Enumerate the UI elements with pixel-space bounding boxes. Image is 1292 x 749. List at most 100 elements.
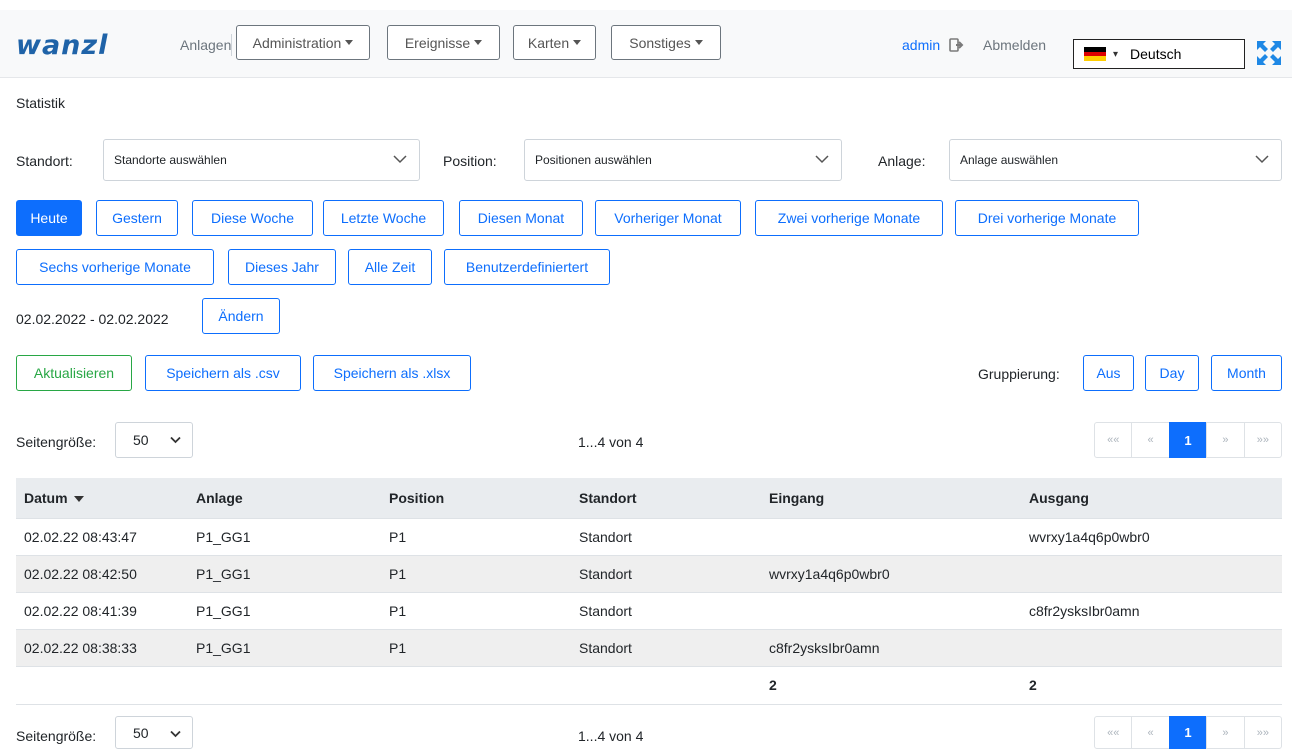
logout-icon[interactable] [949,37,966,53]
grouping-aus-button[interactable]: Aus [1083,355,1134,391]
next-page-button[interactable]: » [1206,716,1245,749]
caret-down-icon [474,40,483,45]
table-row: 02.02.22 08:41:39 P1_GG1 P1 Standort c8f… [16,592,1282,630]
grouping-day-button[interactable]: Day [1145,355,1199,391]
caret-down-icon [345,40,354,45]
position-select-value: Positionen auswählen [535,153,652,167]
current-page-button[interactable]: 1 [1168,422,1208,458]
grouping-month-button[interactable]: Month [1211,355,1282,391]
table-row: 02.02.22 08:43:47 P1_GG1 P1 Standort wvr… [16,518,1282,556]
cell-ausgang: c8fr2ysksIbr0amn [1021,592,1282,630]
cell-position: P1 [381,592,571,630]
standort-select-value: Standorte auswählen [114,153,227,167]
first-page-button[interactable]: «« [1094,422,1133,458]
column-header-datum[interactable]: Datum [16,478,188,519]
cell-anlage: P1_GG1 [188,555,381,593]
grouping-label: Gruppierung: [978,366,1060,382]
date-range-text: 02.02.2022 - 02.02.2022 [16,311,169,327]
range-alle-zeit-button[interactable]: Alle Zeit [348,249,432,285]
statistics-table: Datum Anlage Position Standort Eingang A… [16,478,1282,705]
cell-ausgang [1021,555,1282,593]
chevron-down-icon: ▾ [1113,48,1119,60]
refresh-button[interactable]: Aktualisieren [16,355,132,391]
pagination: «« « 1 » »» [1094,422,1283,458]
menu-sonstiges[interactable]: Sonstiges [611,25,721,60]
cell-datum: 02.02.22 08:43:47 [16,518,188,556]
save-csv-button[interactable]: Speichern als .csv [145,355,301,391]
cell-ausgang [1021,629,1282,667]
range-drei-vorherige-monate-button[interactable]: Drei vorherige Monate [955,200,1139,236]
chevron-down-icon [170,730,181,738]
page-size-value: 50 [133,432,149,448]
anlage-select[interactable]: Anlage auswählen [949,139,1282,181]
table-row: 02.02.22 08:42:50 P1_GG1 P1 Standort wvr… [16,555,1282,593]
table-totals-row: 2 2 [16,666,1282,705]
range-benutzerdefiniert-button[interactable]: Benutzerdefiniertert [444,249,610,285]
position-select[interactable]: Positionen auswählen [524,139,842,181]
nav-link-anlagen[interactable]: Anlagen [180,37,231,53]
menu-karten[interactable]: Karten [513,25,596,60]
first-page-button[interactable]: «« [1094,716,1133,749]
range-heute-button[interactable]: Heute [16,200,82,236]
pagination-info: 1...4 von 4 [578,434,644,450]
menu-administration[interactable]: Administration [236,25,370,60]
top-navbar: wanzl Anlagen Administration Ereignisse … [0,10,1292,78]
sort-desc-icon [73,496,84,503]
table-header-row: Datum Anlage Position Standort Eingang A… [16,478,1282,519]
range-diese-woche-button[interactable]: Diese Woche [192,200,313,236]
pagination-bottom: «« « 1 » »» [1094,716,1283,749]
chevron-down-icon [1255,155,1269,164]
standort-label: Standort: [16,153,73,169]
current-page-button[interactable]: 1 [1168,716,1208,749]
menu-sonstiges-label: Sonstiges [629,34,691,51]
cell-ausgang: wvrxy1a4q6p0wbr0 [1021,518,1282,556]
chevron-down-icon [393,155,407,164]
language-label: Deutsch [1130,46,1182,62]
wanzl-logo[interactable]: wanzl [16,31,108,61]
german-flag-icon [1084,47,1106,62]
range-vorheriger-monat-button[interactable]: Vorheriger Monat [595,200,741,236]
pagination-info-bottom: 1...4 von 4 [578,728,644,744]
prev-page-button[interactable]: « [1131,422,1170,458]
total-eingang: 2 [761,666,1021,705]
range-letzte-woche-button[interactable]: Letzte Woche [323,200,444,236]
cell-datum: 02.02.22 08:41:39 [16,592,188,630]
table-row: 02.02.22 08:38:33 P1_GG1 P1 Standort c8f… [16,629,1282,667]
column-header-eingang[interactable]: Eingang [761,478,1021,519]
standort-select[interactable]: Standorte auswählen [103,139,420,181]
menu-administration-label: Administration [252,34,342,51]
cell-datum: 02.02.22 08:42:50 [16,555,188,593]
page-title: Statistik [16,95,66,111]
range-diesen-monat-button[interactable]: Diesen Monat [459,200,583,236]
cell-anlage: P1_GG1 [188,592,381,630]
menu-ereignisse[interactable]: Ereignisse [387,25,500,60]
user-link[interactable]: admin [902,37,940,53]
language-select[interactable]: ▾ Deutsch [1073,39,1245,69]
cell-eingang: c8fr2ysksIbr0amn [761,629,1021,667]
range-dieses-jahr-button[interactable]: Dieses Jahr [228,249,336,285]
next-page-button[interactable]: » [1206,422,1245,458]
column-header-anlage[interactable]: Anlage [188,478,381,519]
range-zwei-vorherige-monate-button[interactable]: Zwei vorherige Monate [755,200,943,236]
cell-position: P1 [381,555,571,593]
logout-link[interactable]: Abmelden [983,37,1046,53]
save-xlsx-button[interactable]: Speichern als .xlsx [313,355,471,391]
range-sechs-vorherige-monate-button[interactable]: Sechs vorherige Monate [16,249,214,285]
column-header-ausgang[interactable]: Ausgang [1021,478,1282,519]
column-header-datum-label: Datum [24,489,68,506]
fullscreen-icon[interactable] [1256,40,1282,66]
page-size-label-bottom: Seitengröße: [16,728,97,744]
last-page-button[interactable]: »» [1243,422,1283,458]
range-gestern-button[interactable]: Gestern [96,200,178,236]
change-date-button[interactable]: Ändern [202,298,280,334]
page-size-select[interactable]: 50 [115,422,193,458]
page-size-select-bottom[interactable]: 50 [115,716,193,749]
last-page-button[interactable]: »» [1243,716,1283,749]
column-header-position[interactable]: Position [381,478,571,519]
cell-position: P1 [381,629,571,667]
prev-page-button[interactable]: « [1131,716,1170,749]
cell-eingang [761,518,1021,556]
page-size-label: Seitengröße: [16,434,97,450]
column-header-standort[interactable]: Standort [571,478,761,519]
cell-eingang: wvrxy1a4q6p0wbr0 [761,555,1021,593]
